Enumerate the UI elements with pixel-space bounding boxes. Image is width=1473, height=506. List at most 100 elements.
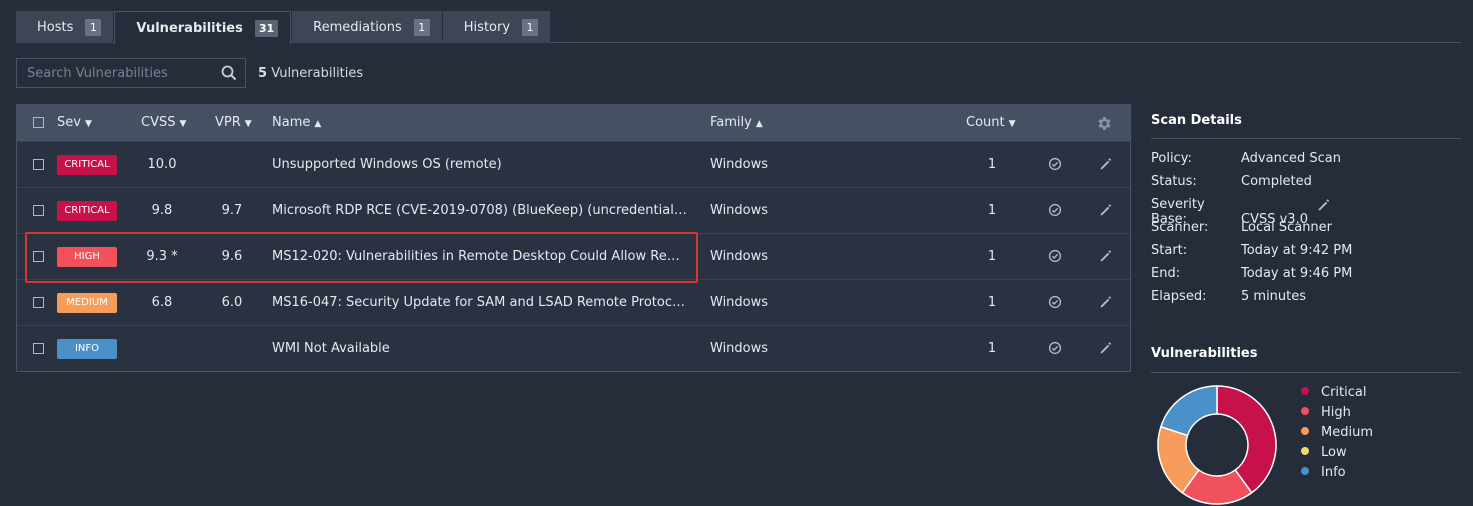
vulnerability-name[interactable]: Unsupported Windows OS (remote) <box>272 157 692 172</box>
tab-count-badge: 1 <box>413 18 430 36</box>
vulnerability-name[interactable]: Microsoft RDP RCE (CVE-2019-0708) (BlueK… <box>272 203 692 218</box>
legend-label: Medium <box>1321 425 1373 440</box>
scan-detail-row: End: Today at 9:46 PM <box>1151 266 1352 281</box>
cvss-score: 10.0 <box>147 157 177 172</box>
divider <box>1151 372 1461 373</box>
vpr-score: 6.0 <box>221 295 243 310</box>
family: Windows <box>710 249 769 264</box>
vulnerabilities-table: Sev ▼ CVSS ▼ VPR ▼ Name ▲ Family ▲ Count ▼ CRI… <box>16 104 1131 372</box>
count: 1 <box>987 249 997 264</box>
detail-value: Today at 9:42 PM <box>1241 243 1353 258</box>
check-circle-icon[interactable] <box>1048 203 1062 217</box>
search-input[interactable] <box>17 59 217 87</box>
row-checkbox[interactable] <box>33 343 44 354</box>
edit-icon[interactable] <box>1099 157 1113 171</box>
header-cvss[interactable]: CVSS ▼ <box>141 115 186 130</box>
detail-key: Policy: <box>1151 151 1192 166</box>
vulnerability-name[interactable]: MS16-047: Security Update for SAM and LS… <box>272 295 692 310</box>
edit-severity-icon[interactable] <box>1317 198 1331 212</box>
scan-detail-row: Policy: Advanced Scan <box>1151 151 1341 166</box>
severity-badge: HIGH <box>57 247 117 267</box>
edit-icon[interactable] <box>1099 295 1113 309</box>
row-checkbox[interactable] <box>33 205 44 216</box>
sort-down-icon: ▼ <box>244 119 252 129</box>
cvss-score: 9.8 <box>151 203 173 218</box>
legend-label: High <box>1321 405 1351 420</box>
gear-icon[interactable] <box>1096 115 1113 132</box>
legend-label: Critical <box>1321 385 1367 400</box>
table-row[interactable]: CRITICAL 9.8 9.7 Microsoft RDP RCE (CVE-… <box>17 187 1130 233</box>
tab-hosts[interactable]: Hosts 1 <box>16 11 114 43</box>
scan-detail-row: Elapsed: 5 minutes <box>1151 289 1306 304</box>
row-checkbox[interactable] <box>33 251 44 262</box>
table-row[interactable]: MEDIUM 6.8 6.0 MS16-047: Security Update… <box>17 279 1130 325</box>
vulnerability-name[interactable]: MS12-020: Vulnerabilities in Remote Desk… <box>272 249 692 264</box>
edit-icon[interactable] <box>1099 249 1113 263</box>
tab-label: Hosts <box>37 19 74 35</box>
header-label: Name <box>272 115 311 130</box>
vulnerabilities-chart-title: Vulnerabilities <box>1151 346 1258 361</box>
edit-icon[interactable] <box>1099 341 1113 355</box>
header-label: Family <box>710 115 752 130</box>
row-checkbox[interactable] <box>33 159 44 170</box>
cvss-score: 6.8 <box>151 295 173 310</box>
header-label: Sev <box>57 115 81 130</box>
header-sev[interactable]: Sev ▼ <box>57 115 92 130</box>
header-count[interactable]: Count ▼ <box>966 115 1016 130</box>
legend-dot-icon <box>1301 387 1309 395</box>
sort-down-icon: ▼ <box>84 119 92 129</box>
tab-history[interactable]: History 1 <box>442 11 551 43</box>
detail-value: Completed <box>1241 174 1312 189</box>
header-label: VPR <box>215 115 241 130</box>
table-row[interactable]: INFO WMI Not Available Windows 1 <box>17 325 1130 371</box>
search-icon[interactable] <box>221 65 237 81</box>
check-circle-icon[interactable] <box>1048 157 1062 171</box>
detail-value: 5 minutes <box>1241 289 1307 304</box>
family: Windows <box>710 157 769 172</box>
tab-label: Remediations <box>313 19 402 35</box>
select-all-checkbox[interactable] <box>33 117 44 128</box>
tab-vulnerabilities[interactable]: Vulnerabilities 31 <box>114 11 292 44</box>
table-row[interactable]: HIGH 9.3 * 9.6 MS12-020: Vulnerabilities… <box>17 233 1130 279</box>
scan-detail-row: Status: Completed <box>1151 174 1312 189</box>
tab-label: History <box>463 19 511 35</box>
detail-value: Today at 9:46 PM <box>1241 266 1353 281</box>
detail-key: Scanner: <box>1151 220 1209 235</box>
header-family[interactable]: Family ▲ <box>710 115 763 130</box>
search-box <box>16 58 246 88</box>
check-circle-icon[interactable] <box>1048 249 1062 263</box>
table-row[interactable]: CRITICAL 10.0 Unsupported Windows OS (re… <box>17 141 1130 187</box>
tab-label: Vulnerabilities <box>136 20 243 36</box>
count: 1 <box>987 203 997 218</box>
vulnerability-name[interactable]: WMI Not Available <box>272 341 692 356</box>
scan-detail-row: Scanner: Local Scanner <box>1151 220 1332 235</box>
legend-item-info: Info <box>1301 465 1346 480</box>
detail-value: Local Scanner <box>1241 220 1333 235</box>
header-label: CVSS <box>141 115 176 130</box>
legend-item-low: Low <box>1301 445 1347 460</box>
scan-detail-row: Start: Today at 9:42 PM <box>1151 243 1352 258</box>
vulnerabilities-donut-chart <box>1157 385 1277 505</box>
count: 1 <box>987 295 997 310</box>
donut-slice-info[interactable] <box>1159 385 1218 437</box>
family: Windows <box>710 203 769 218</box>
result-count-number: 5 <box>258 66 268 81</box>
result-count: 5 Vulnerabilities <box>258 66 363 81</box>
severity-badge: CRITICAL <box>57 201 117 221</box>
sort-down-icon: ▼ <box>179 119 187 129</box>
tab-count-badge: 31 <box>254 19 279 37</box>
sort-up-icon: ▲ <box>314 119 322 129</box>
row-checkbox[interactable] <box>33 297 44 308</box>
edit-icon[interactable] <box>1099 203 1113 217</box>
family: Windows <box>710 341 769 356</box>
check-circle-icon[interactable] <box>1048 295 1062 309</box>
tab-remediations[interactable]: Remediations 1 <box>292 11 442 43</box>
cvss-score: 9.3 * <box>146 249 178 264</box>
check-circle-icon[interactable] <box>1048 341 1062 355</box>
result-count-label: Vulnerabilities <box>271 66 364 81</box>
header-name[interactable]: Name ▲ <box>272 115 321 130</box>
vpr-score: 9.6 <box>221 249 243 264</box>
divider <box>1151 138 1461 139</box>
count: 1 <box>987 157 997 172</box>
header-vpr[interactable]: VPR ▼ <box>215 115 252 130</box>
